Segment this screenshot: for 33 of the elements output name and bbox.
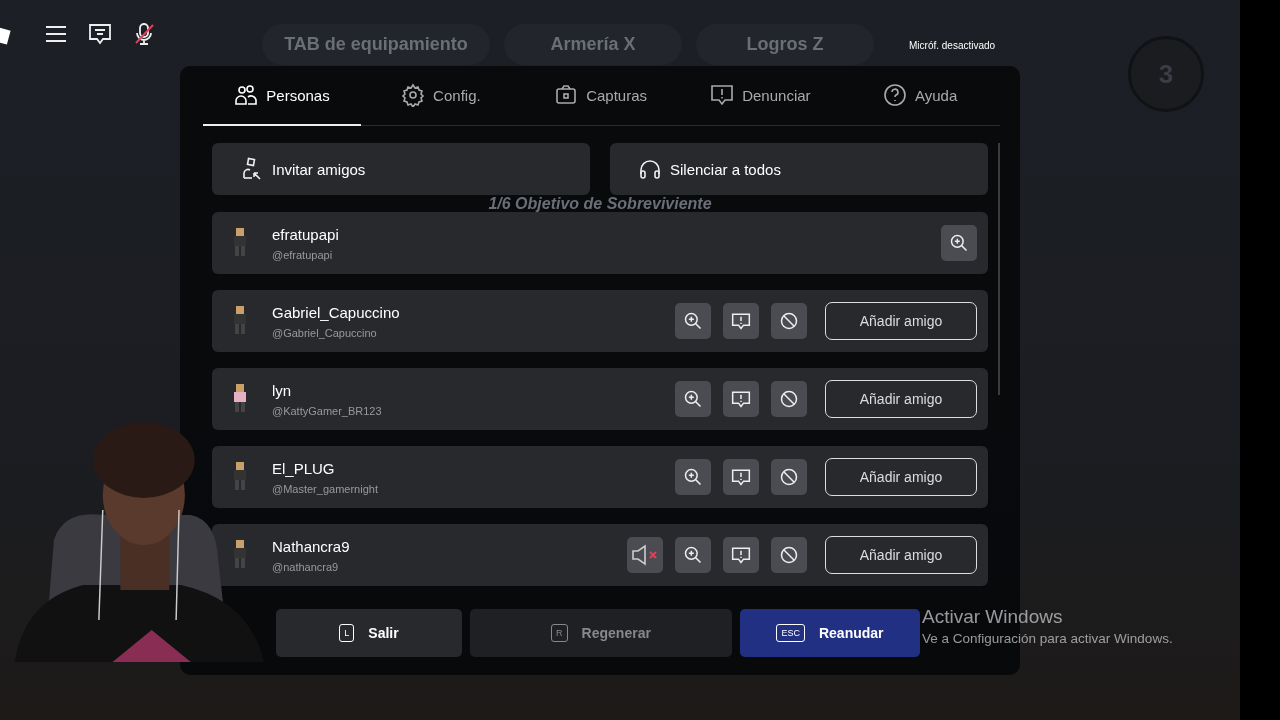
tab[interactable]: Capturas [520,66,681,126]
display-name: Gabriel_Capuccino [272,303,401,321]
username: @Master_gamernight [272,482,379,495]
username: @KattyGamer_BR123 [272,404,383,417]
display-name: lyn [272,381,293,399]
activation-text: Ve a Configuración para activar Windows. [922,631,1173,646]
add-friend-button[interactable]: Añadir amigo [825,536,977,574]
username: @Gabriel_Capuccino [272,326,378,339]
key-hint: L [339,624,355,642]
footer-label: Reanudar [818,625,884,641]
add-friend-button[interactable]: Añadir amigo [825,302,977,340]
tab[interactable]: Ayuda [840,66,1000,126]
key-hint: ESC [776,624,805,642]
add-friend-button[interactable]: Añadir amigo [825,380,977,418]
footer-label: Regenerar [581,625,651,641]
tab[interactable]: Config. [361,66,521,126]
footer-label: Salir [368,625,399,641]
objective-text: 1/6 Objetivo de Sobreviviente [488,195,712,212]
activation-title: Activar Windows [922,606,1064,628]
footer-button[interactable]: ESC Reanudar [740,609,920,657]
username: @nathancra9 [272,560,340,573]
add-friend-button[interactable]: Añadir amigo [825,458,977,496]
footer-button[interactable]: L Salir [276,609,462,657]
action-button[interactable]: Silenciar a todos [610,143,988,195]
display-name: Nathancra9 [272,537,351,555]
tab[interactable]: Denunciar [680,66,841,126]
display-name: El_PLUG [272,459,336,477]
username: @efratupapi [272,248,334,261]
mic-status: Micróf. desactivado [909,40,996,51]
action-button[interactable]: Invitar amigos [212,143,590,195]
tab[interactable]: Personas [203,66,361,126]
display-name: efratupapi [272,225,340,243]
key-hint: R [551,624,568,642]
